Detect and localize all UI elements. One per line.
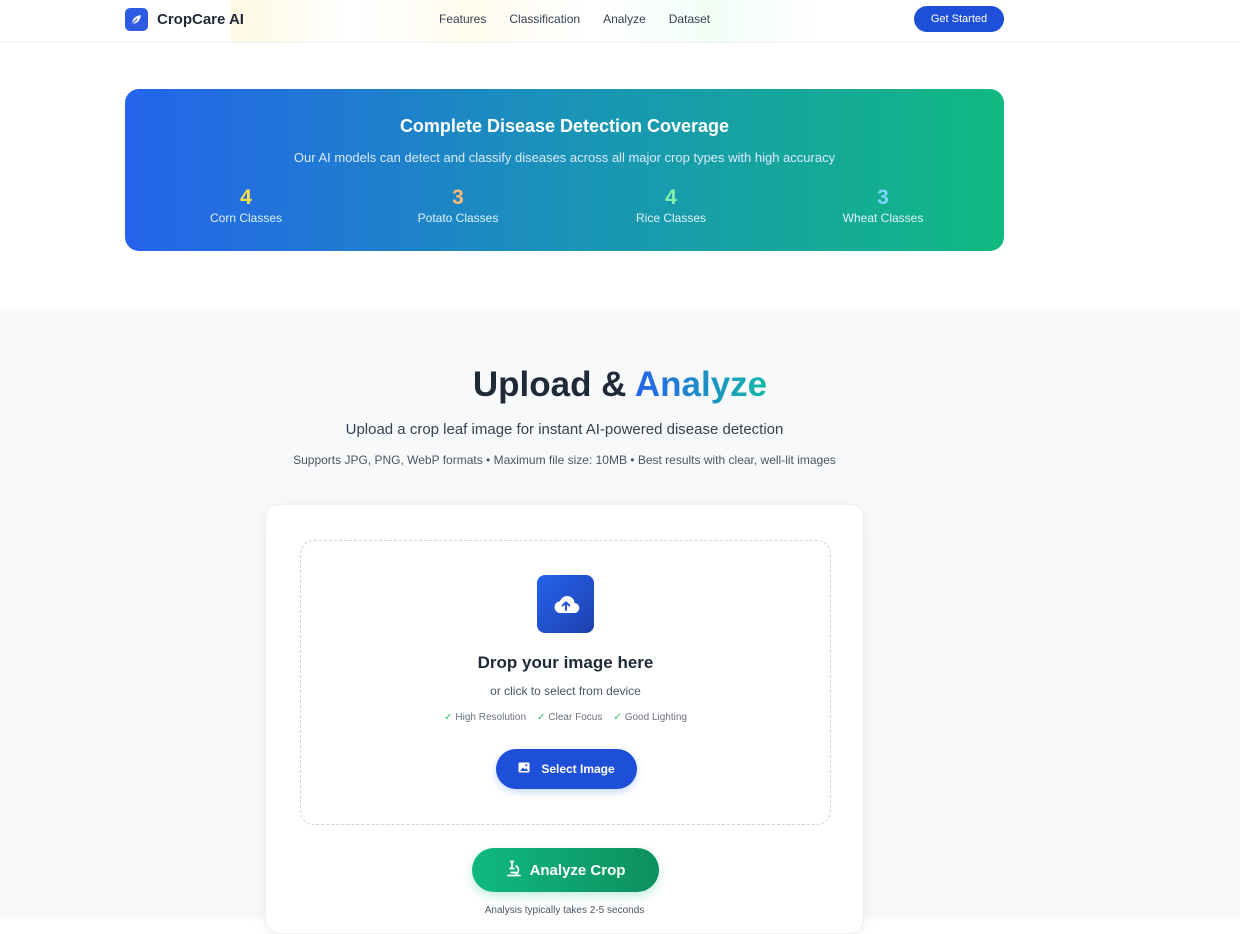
- navbar: CropCare AI Features Classification Anal…: [0, 0, 1240, 43]
- stat-potato: 3 Potato Classes: [388, 186, 528, 225]
- stat-value: 4: [665, 186, 677, 209]
- tip-label: Clear Focus: [548, 712, 603, 723]
- upload-card: Drop your image here or click to select …: [265, 504, 864, 934]
- brand[interactable]: CropCare AI: [125, 8, 244, 31]
- stat-label: Wheat Classes: [842, 211, 924, 225]
- check-icon: ✓: [537, 712, 546, 723]
- brand-name: CropCare AI: [157, 11, 244, 28]
- select-image-label: Select Image: [541, 762, 615, 776]
- analyze-crop-label: Analyze Crop: [529, 861, 626, 879]
- nav-link-classification[interactable]: Classification: [509, 12, 580, 26]
- tip-item: ✓ Clear Focus: [537, 712, 602, 723]
- coverage-title: Complete Disease Detection Coverage: [399, 116, 730, 136]
- analysis-note: Analysis typically takes 2-5 seconds: [484, 905, 645, 916]
- coverage-subtitle: Our AI models can detect and classify di…: [293, 150, 836, 165]
- stat-rice: 4 Rice Classes: [601, 186, 741, 225]
- tip-label: High Resolution: [455, 712, 527, 723]
- image-icon: [518, 762, 530, 776]
- nav-links: Features Classification Analyze Dataset: [439, 12, 710, 26]
- stat-wheat: 3 Wheat Classes: [813, 186, 953, 225]
- section-title-main: Upload &: [472, 365, 635, 404]
- tip-label: Good Lighting: [624, 712, 687, 723]
- stat-label: Rice Classes: [635, 211, 707, 225]
- section-title-accent: Analyze: [634, 365, 768, 404]
- dropzone[interactable]: Drop your image here or click to select …: [300, 540, 831, 825]
- stat-value: 3: [452, 186, 464, 209]
- select-image-button[interactable]: Select Image: [496, 749, 637, 789]
- nav-link-analyze[interactable]: Analyze: [603, 12, 646, 26]
- stat-label: Potato Classes: [417, 211, 499, 225]
- nav-link-features[interactable]: Features: [439, 12, 486, 26]
- analyze-crop-button[interactable]: Analyze Crop: [472, 848, 659, 892]
- nav-link-dataset[interactable]: Dataset: [669, 12, 710, 26]
- tip-item: ✓ Good Lighting: [613, 712, 687, 723]
- tip-item: ✓ High Resolution: [444, 712, 526, 723]
- section-title: Upload & Analyze: [0, 365, 1240, 405]
- tips: ✓ High Resolution ✓ Clear Focus ✓ Good Ligh…: [301, 712, 830, 723]
- stat-value: 4: [240, 186, 252, 209]
- stat-corn: 4 Corn Classes: [176, 186, 316, 225]
- upload-section: Upload & Analyze Upload a crop leaf imag…: [0, 309, 1240, 934]
- check-icon: ✓: [613, 712, 622, 723]
- section-subtitle: Upload a crop leaf image for instant AI-…: [345, 421, 784, 438]
- microscope-icon: [506, 860, 522, 881]
- stat-value: 3: [877, 186, 889, 209]
- stat-label: Corn Classes: [209, 211, 283, 225]
- get-started-button[interactable]: Get Started: [914, 6, 1004, 32]
- drop-title: Drop your image here: [477, 653, 654, 672]
- drop-subtitle: or click to select from device: [490, 684, 641, 698]
- coverage-banner: Complete Disease Detection Coverage Our …: [125, 89, 1004, 251]
- check-icon: ✓: [444, 712, 453, 723]
- cloud-upload-icon: [537, 575, 594, 633]
- leaf-icon: [125, 8, 148, 31]
- format-note: Supports JPG, PNG, WebP formats • Maximu…: [293, 453, 836, 467]
